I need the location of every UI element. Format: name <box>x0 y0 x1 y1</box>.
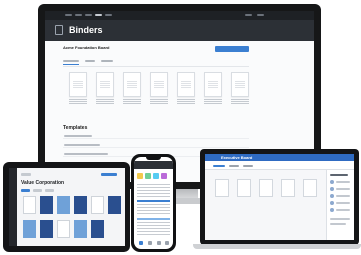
nav-item[interactable] <box>105 14 112 16</box>
tab-active[interactable] <box>63 60 79 62</box>
document-card[interactable] <box>96 72 114 97</box>
panel-row <box>330 218 350 220</box>
nav-item[interactable] <box>75 14 82 16</box>
panel-heading <box>330 174 348 176</box>
phone-text-highlight <box>137 200 170 202</box>
binder-logo-icon <box>55 25 63 35</box>
avatar <box>330 187 334 191</box>
phone-toolbar-icon[interactable] <box>157 241 161 245</box>
tablet-page-title: Value Corporation <box>21 180 65 186</box>
app-title: Binders <box>69 25 103 35</box>
tab[interactable] <box>101 60 113 62</box>
tablet-document-card[interactable] <box>91 220 104 238</box>
document-card-label <box>96 99 114 104</box>
tablet-screen: Value Corporation <box>9 168 125 246</box>
phone-color-swatch[interactable] <box>153 173 159 179</box>
tablet-document-card[interactable] <box>74 220 87 238</box>
avatar <box>330 208 334 212</box>
document-card[interactable] <box>204 72 222 97</box>
avatar <box>330 194 334 198</box>
document-card-label <box>69 99 87 104</box>
laptop-document-card[interactable] <box>303 179 317 197</box>
document-card-label <box>123 99 141 104</box>
nav-item-user[interactable] <box>245 14 252 16</box>
laptop-window-title: Executive Board <box>221 155 253 160</box>
tablet-document-card[interactable] <box>57 220 70 238</box>
tablet-action-button[interactable] <box>101 173 117 176</box>
phone-document-text <box>137 222 170 236</box>
document-card[interactable] <box>69 72 87 97</box>
phone-color-swatch[interactable] <box>161 173 167 179</box>
laptop-tab-active[interactable] <box>213 165 225 167</box>
document-card-label <box>177 99 195 104</box>
top-navigation-bar <box>45 11 314 20</box>
tab-active-underline <box>63 64 79 65</box>
nav-item-settings[interactable] <box>257 14 264 16</box>
tablet-document-card[interactable] <box>23 220 36 238</box>
phone-color-swatch[interactable] <box>137 173 143 179</box>
phone-toolbar-icon[interactable] <box>165 241 169 245</box>
tablet-tab[interactable] <box>45 189 54 192</box>
laptop-titlebar: Executive Board <box>205 154 354 161</box>
panel-row <box>330 223 346 225</box>
laptop-hinge <box>193 244 361 249</box>
panel-row <box>336 181 350 183</box>
primary-action-button[interactable] <box>215 46 249 52</box>
phone-header <box>134 161 173 169</box>
document-card-label <box>150 99 168 104</box>
template-row[interactable] <box>63 133 249 139</box>
phone-text-highlight <box>137 218 170 220</box>
laptop-document-card[interactable] <box>215 179 229 197</box>
laptop-tab[interactable] <box>229 165 239 167</box>
phone-color-swatch[interactable] <box>145 173 151 179</box>
nav-item-active[interactable] <box>95 14 102 16</box>
document-card[interactable] <box>231 72 249 97</box>
laptop-tab[interactable] <box>243 165 253 167</box>
phone-document-text <box>137 204 170 216</box>
document-card[interactable] <box>123 72 141 97</box>
laptop-document-card[interactable] <box>237 179 251 197</box>
phone-screen <box>134 157 173 249</box>
tablet-document-card[interactable] <box>23 196 36 214</box>
panel-row <box>336 209 350 211</box>
nav-item[interactable] <box>65 14 72 16</box>
tablet-document-card[interactable] <box>40 196 53 214</box>
tablet-document-card[interactable] <box>40 220 53 238</box>
document-card-label <box>204 99 222 104</box>
phone-document-text <box>137 184 170 198</box>
phone-notch <box>146 157 161 160</box>
laptop-document-card[interactable] <box>281 179 295 197</box>
laptop-document-card[interactable] <box>259 179 273 197</box>
laptop-screen: Executive Board <box>205 154 354 240</box>
document-card-label <box>231 99 249 104</box>
tablet-sidebar <box>9 168 17 246</box>
document-card[interactable] <box>177 72 195 97</box>
phone-toolbar-icon[interactable] <box>139 241 143 245</box>
panel-row <box>336 202 350 204</box>
document-card[interactable] <box>150 72 168 97</box>
page-title: Acme Foundation Board <box>63 45 110 50</box>
tablet-tab[interactable] <box>33 189 42 192</box>
tablet-document-card[interactable] <box>74 196 87 214</box>
tablet-tab-active[interactable] <box>21 189 30 192</box>
nav-item[interactable] <box>85 14 92 16</box>
avatar <box>330 180 334 184</box>
avatar <box>330 201 334 205</box>
tablet-document-card[interactable] <box>91 196 104 214</box>
section-title: Templates <box>63 125 88 131</box>
tablet-document-card[interactable] <box>108 196 121 214</box>
panel-row <box>336 188 350 190</box>
tablet-breadcrumb[interactable] <box>21 173 31 176</box>
phone-toolbar-icon[interactable] <box>148 241 152 245</box>
laptop-side-panel <box>326 170 354 240</box>
panel-row <box>336 195 350 197</box>
template-row[interactable] <box>63 142 249 148</box>
app-header: Binders <box>45 20 314 41</box>
tab[interactable] <box>85 60 95 62</box>
tab-divider <box>63 66 249 67</box>
laptop-ribbon <box>205 161 354 170</box>
tablet-document-card[interactable] <box>57 196 70 214</box>
